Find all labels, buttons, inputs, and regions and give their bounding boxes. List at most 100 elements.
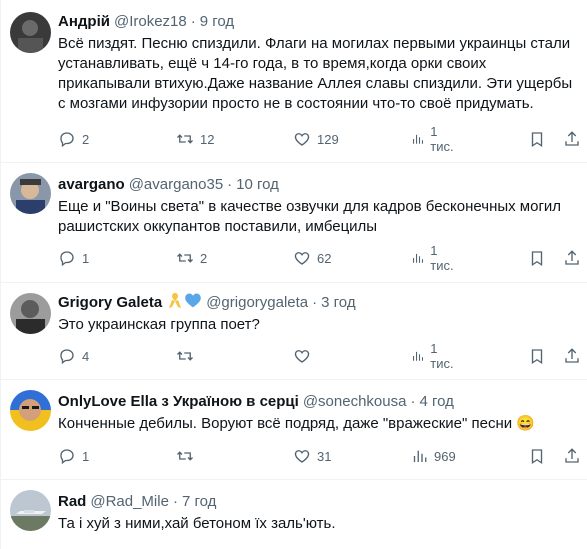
heart-icon [294, 350, 310, 363]
like-button[interactable] [293, 346, 311, 366]
bookmark-button[interactable] [528, 446, 546, 466]
tweet-header: Андрій @Irokez18 · 9 год [58, 12, 580, 32]
reply-icon [60, 449, 74, 465]
retweet-icon [177, 451, 193, 461]
views-icon [413, 450, 427, 462]
tweet[interactable]: Rad @Rad_Mile · 7 год Та і хуй з ними,ха… [1, 480, 587, 549]
tweet-text: Та і хуй з ними,хай бетоном їх заль'ють. [58, 515, 336, 532]
avatar[interactable] [10, 293, 51, 334]
separator-dot: · [227, 176, 233, 193]
retweet-button[interactable] [176, 346, 194, 366]
share-icon [565, 131, 579, 146]
heart-icon [294, 133, 310, 146]
ribbon-badge-icon [168, 291, 182, 315]
retweet-count: 2 [200, 250, 208, 266]
blue-heart-icon [184, 292, 202, 314]
retweet-icon [177, 134, 193, 144]
display-name[interactable]: avargano [58, 175, 125, 195]
reply-button[interactable]: 1 [58, 248, 89, 268]
user-handle[interactable]: @Rad_Mile [90, 492, 169, 512]
tweet-text: Конченные дебилы. Воруют всё подряд, даж… [58, 415, 535, 432]
timestamp[interactable]: 7 год [182, 492, 216, 512]
display-name[interactable]: Grigory Galeta [58, 293, 162, 313]
share-button[interactable] [563, 129, 581, 149]
reply-count: 1 [82, 448, 90, 464]
avatar[interactable] [10, 12, 51, 53]
tweet[interactable]: avargano @avargano35 · 10 год Еще и "Вои… [1, 163, 587, 283]
like-count: 62 [317, 250, 332, 266]
tweet-text: Всё пиздят. Песню спиздили. Флаги на мог… [58, 35, 573, 112]
bookmark-icon [531, 449, 543, 465]
view-count: 1 тис. [430, 124, 454, 154]
user-handle[interactable]: @grigorygaleta [206, 293, 308, 313]
reply-button[interactable]: 1 [58, 446, 89, 466]
retweet-button[interactable]: 12 [176, 129, 214, 149]
reply-count: 4 [82, 348, 90, 364]
reply-count: 1 [82, 250, 90, 266]
bookmark-icon [531, 251, 543, 267]
timestamp[interactable]: 9 год [200, 12, 234, 32]
like-count: 31 [317, 448, 332, 464]
reply-button[interactable]: 2 [58, 129, 89, 149]
tweet-text: Еще и "Воины света" в качестве озвучки д… [58, 198, 562, 235]
separator-dot: · [410, 393, 416, 410]
retweet-button[interactable] [176, 446, 194, 466]
share-icon [565, 348, 579, 363]
bookmark-button[interactable] [528, 248, 546, 268]
tweet[interactable]: Grigory Galeta @grigorygaleta · 3 год Эт… [1, 283, 587, 380]
tweet[interactable]: OnlyLove Ella з Україною в серці @sonech… [1, 380, 587, 480]
retweet-count: 12 [200, 131, 215, 147]
user-handle[interactable]: @Irokez18 [114, 12, 187, 32]
user-handle[interactable]: @avargano35 [129, 175, 223, 195]
like-button[interactable]: 62 [293, 248, 331, 268]
retweet-button[interactable]: 2 [176, 248, 207, 268]
timestamp[interactable]: 3 год [321, 293, 355, 313]
share-icon [565, 250, 579, 265]
retweet-icon [177, 253, 193, 263]
view-count: 1 тис. [430, 243, 454, 273]
reply-feed: Андрій @Irokez18 · 9 год Всё пиздят. Пес… [0, 0, 587, 549]
tweet-header: Grigory Galeta @grigorygaleta · 3 год [58, 293, 580, 313]
views-icon [413, 134, 424, 144]
reply-count: 2 [82, 131, 90, 147]
share-icon [565, 448, 579, 463]
display-name[interactable]: Rad [58, 492, 86, 512]
share-button[interactable] [563, 446, 581, 466]
tweet-header: Rad @Rad_Mile · 7 год [58, 492, 580, 512]
separator-dot: · [312, 294, 318, 311]
bookmark-icon [531, 132, 543, 148]
tweet-text: Это украинская группа поет? [58, 316, 260, 333]
heart-icon [294, 450, 310, 463]
tweet-header: OnlyLove Ella з Україною в серці @sonech… [58, 392, 580, 412]
share-button[interactable] [563, 248, 581, 268]
tweet[interactable]: Андрій @Irokez18 · 9 год Всё пиздят. Пес… [1, 0, 587, 163]
timestamp[interactable]: 10 год [236, 175, 279, 195]
reply-icon [60, 251, 74, 267]
separator-dot: · [190, 13, 196, 30]
views-button[interactable]: 1 тис. [410, 124, 457, 154]
avatar[interactable] [10, 390, 51, 431]
avatar[interactable] [10, 490, 51, 531]
views-icon [413, 253, 424, 263]
timestamp[interactable]: 4 год [419, 392, 453, 412]
views-button[interactable]: 1 тис. [410, 243, 457, 273]
view-count: 1 тис. [430, 341, 454, 371]
heart-icon [294, 252, 310, 265]
bookmark-button[interactable] [528, 346, 546, 366]
avatar[interactable] [10, 173, 51, 214]
like-button[interactable]: 129 [293, 129, 339, 149]
user-handle[interactable]: @sonechkousa [303, 392, 407, 412]
reply-icon [60, 132, 74, 148]
like-button[interactable]: 31 [293, 446, 331, 466]
views-button[interactable]: 969 [410, 446, 456, 466]
reply-icon [60, 349, 74, 365]
view-count: 969 [434, 448, 456, 464]
bookmark-button[interactable] [528, 129, 546, 149]
separator-dot: · [172, 493, 178, 510]
display-name[interactable]: OnlyLove Ella з Україною в серці [58, 392, 299, 412]
share-button[interactable] [563, 346, 581, 366]
reply-button[interactable]: 4 [58, 346, 89, 366]
tweet-header: avargano @avargano35 · 10 год [58, 175, 580, 195]
views-button[interactable]: 1 тис. [410, 341, 457, 371]
display-name[interactable]: Андрій [58, 12, 110, 32]
